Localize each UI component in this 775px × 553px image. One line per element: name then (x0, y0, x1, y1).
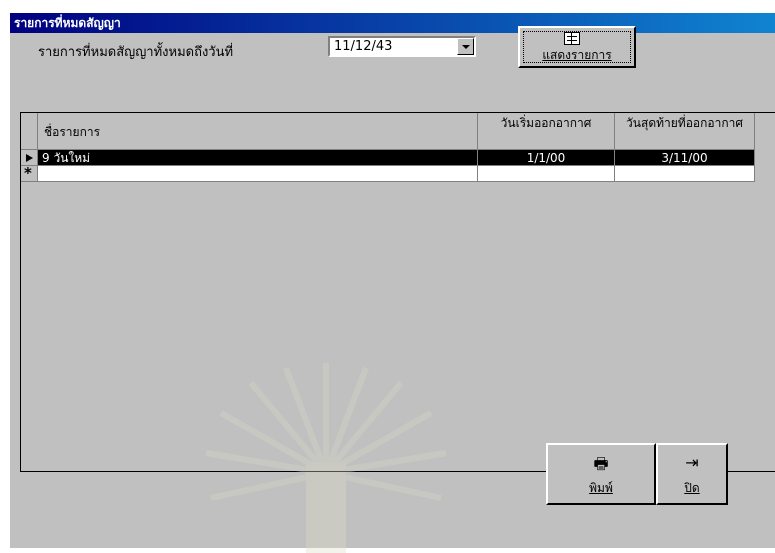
book-icon (564, 32, 580, 45)
cell-name[interactable]: 9 วันใหม่ (38, 150, 478, 166)
records-grid[interactable]: ชื่อรายการ วันเริ่มออกอากาศ วันสุดท้ายที… (20, 112, 775, 553)
col-header-end[interactable]: วันสุดท้ายที่ออกอากาศ (615, 113, 755, 150)
watermark-emblem (205, 363, 447, 553)
window-title: รายการที่หมดสัญญา (10, 13, 775, 33)
printer-icon: 🖶 (593, 454, 609, 473)
date-combo[interactable]: 11/12/43 (328, 36, 476, 57)
filter-label: รายการที่หมดสัญญาทั้งหมดถึงวันที่ (38, 45, 234, 60)
cell-start[interactable]: 1/1/00 (478, 150, 615, 166)
exit-door-icon: ⇥ (685, 453, 699, 472)
new-record-icon: * (24, 164, 32, 182)
new-row-selector[interactable]: * (21, 164, 38, 182)
current-row-icon (26, 154, 33, 162)
table-row[interactable]: 9 วันใหม่ 1/1/00 3/11/00 (21, 150, 755, 166)
chevron-down-icon[interactable] (457, 38, 474, 55)
print-label: พิมพ์ (589, 481, 613, 495)
report-window: รายการที่หมดสัญญา รายการที่หมดสัญญาทั้งห… (10, 13, 775, 553)
col-header-name[interactable]: ชื่อรายการ (38, 113, 478, 150)
cell-end[interactable]: 3/11/00 (615, 150, 755, 166)
date-value[interactable]: 11/12/43 (334, 39, 392, 54)
close-label: ปิด (684, 481, 700, 495)
print-button[interactable]: 🖶 พิมพ์ (546, 443, 656, 505)
header-selector (21, 113, 38, 150)
col-header-start[interactable]: วันเริ่มออกอากาศ (478, 113, 615, 150)
new-record-row[interactable]: * (21, 164, 755, 182)
show-list-button[interactable]: แสดงรายการ (518, 26, 636, 68)
show-list-label: แสดงรายการ (542, 48, 612, 62)
new-cell-start[interactable] (478, 166, 615, 182)
close-button[interactable]: ⇥ ปิด (656, 443, 728, 505)
new-cell-end[interactable] (615, 166, 755, 182)
new-cell-name[interactable] (38, 166, 478, 182)
